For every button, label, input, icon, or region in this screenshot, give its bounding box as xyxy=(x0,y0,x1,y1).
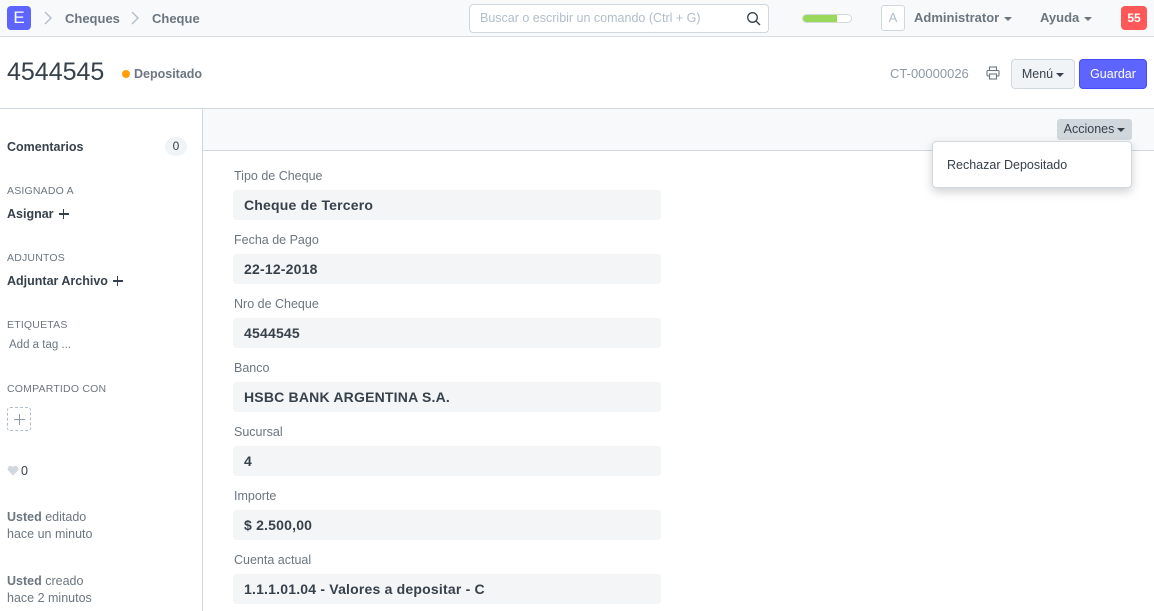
print-icon[interactable] xyxy=(986,66,1000,80)
caret-down-icon xyxy=(1117,127,1126,132)
likes-count: 0 xyxy=(21,464,28,478)
field-fecha-de-pago[interactable]: 22-12-2018 xyxy=(233,254,661,284)
field-label: Fecha de Pago xyxy=(234,233,319,247)
plus-icon xyxy=(112,276,123,286)
field-label: Importe xyxy=(234,489,277,503)
timeline-user: Usted xyxy=(7,510,42,524)
navbar: E Cheques Cheque A Administrator Ayuda 5… xyxy=(0,0,1154,37)
actions-dropdown: Rechazar Depositado xyxy=(932,141,1132,188)
search-icon[interactable] xyxy=(746,11,762,27)
actions-button[interactable]: Acciones xyxy=(1057,119,1132,140)
help-menu[interactable]: Ayuda xyxy=(1040,10,1093,25)
chevron-right-icon xyxy=(44,11,52,25)
field-label: Banco xyxy=(234,361,270,375)
page-title: 4544545 xyxy=(7,58,105,86)
timeline-time: hace 2 minutos xyxy=(7,591,92,605)
field-tipo-de-cheque[interactable]: Cheque de Tercero xyxy=(233,190,661,220)
caret-down-icon xyxy=(1056,72,1065,77)
timeline-action: creado xyxy=(45,574,84,588)
progress-bar xyxy=(802,14,852,23)
field-nro-de-cheque[interactable]: 4544545 xyxy=(233,318,661,348)
field-label: Nro de Cheque xyxy=(234,297,319,311)
heart-icon xyxy=(7,465,19,476)
search-input[interactable] xyxy=(480,11,740,25)
user-menu-label: Administrator xyxy=(914,10,1000,25)
help-menu-label: Ayuda xyxy=(1040,10,1080,25)
plus-icon xyxy=(58,209,69,219)
attachments-heading: ADJUNTOS xyxy=(7,252,65,264)
add-share-button[interactable] xyxy=(7,407,31,431)
field-cuenta-actual[interactable]: 1.1.1.01.04 - Valores a depositar - C xyxy=(233,574,661,604)
menu-button-label: Menú xyxy=(1021,67,1054,81)
timeline-item: Usted creado hace 2 minutos xyxy=(7,573,92,607)
save-button[interactable]: Guardar xyxy=(1079,59,1147,89)
field-label: Sucursal xyxy=(234,425,283,439)
progress-fill xyxy=(803,15,837,22)
breadcrumb-cheque[interactable]: Cheque xyxy=(152,11,200,26)
timeline-user: Usted xyxy=(7,574,42,588)
field-label: Cuenta actual xyxy=(234,553,312,567)
page-head: 4544545 Depositado CT-00000026 Menú Guar… xyxy=(0,38,1154,109)
like-counter[interactable]: 0 xyxy=(7,464,28,478)
user-menu[interactable]: Administrator xyxy=(914,10,1013,25)
timeline-time: hace un minuto xyxy=(7,527,93,541)
form-sidebar: Comentarios 0 ASIGNADO A Asignar ADJUNTO… xyxy=(0,109,202,611)
field-label: Tipo de Cheque xyxy=(234,169,323,183)
timeline-action: editado xyxy=(45,510,87,524)
status-label: Depositado xyxy=(134,67,203,81)
actions-button-label: Acciones xyxy=(1063,122,1115,136)
menu-item-rechazar-depositado[interactable]: Rechazar Depositado xyxy=(947,158,1067,172)
caret-down-icon xyxy=(1004,16,1013,21)
tags-heading: ETIQUETAS xyxy=(7,319,68,331)
field-banco[interactable]: HSBC BANK ARGENTINA S.A. xyxy=(233,382,661,412)
document-name: CT-00000026 xyxy=(890,66,969,81)
comments-count-badge: 0 xyxy=(165,137,187,156)
field-importe[interactable]: $ 2.500,00 xyxy=(233,510,661,540)
timeline-item: Usted editado hace un minuto xyxy=(7,509,92,543)
caret-down-icon xyxy=(1084,16,1093,21)
shared-heading: COMPARTIDO CON xyxy=(7,383,107,395)
field-sucursal[interactable]: 4 xyxy=(233,446,661,476)
avatar[interactable]: A xyxy=(881,5,905,31)
breadcrumb-cheques[interactable]: Cheques xyxy=(65,11,120,26)
assigned-heading: ASIGNADO A xyxy=(7,185,74,197)
status-indicator: Depositado xyxy=(122,67,202,81)
app-logo[interactable]: E xyxy=(7,6,31,30)
search-box xyxy=(469,4,769,33)
assign-link[interactable]: Asignar xyxy=(7,207,69,221)
menu-button[interactable]: Menú xyxy=(1011,59,1075,89)
comments-link[interactable]: Comentarios xyxy=(7,140,83,154)
attach-file-link[interactable]: Adjuntar Archivo xyxy=(7,274,123,288)
attach-file-label: Adjuntar Archivo xyxy=(7,274,108,288)
status-dot-icon xyxy=(122,70,130,78)
chevron-right-icon xyxy=(131,11,139,25)
assign-label: Asignar xyxy=(7,207,54,221)
add-tag-input[interactable]: Add a tag ... xyxy=(9,339,71,351)
notifications-badge[interactable]: 55 xyxy=(1121,6,1147,30)
form-main: Acciones Tipo de Cheque Cheque de Tercer… xyxy=(202,109,1154,611)
